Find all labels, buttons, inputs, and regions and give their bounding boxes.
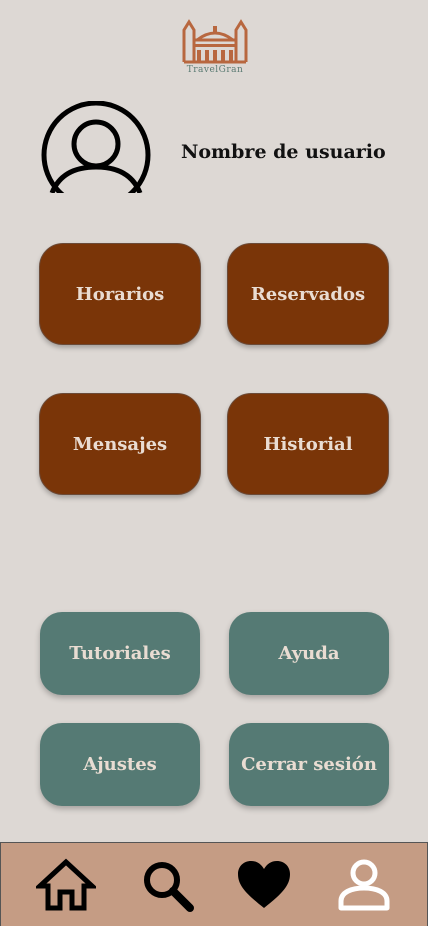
reservados-button[interactable]: Reservados (227, 243, 389, 345)
nav-profile[interactable] (334, 857, 394, 913)
person-icon (338, 859, 390, 911)
bottom-nav (0, 842, 428, 926)
logo-text: TravelGran (186, 65, 244, 75)
cerrar-sesion-button[interactable]: Cerrar sesión (229, 723, 389, 806)
nav-search[interactable] (138, 857, 198, 913)
user-avatar-icon (41, 101, 151, 193)
nav-favorites[interactable] (234, 857, 294, 913)
app-logo: TravelGran (180, 18, 250, 80)
profile-screen: TravelGran Nombre de usuario Horarios Re… (0, 0, 428, 926)
ayuda-button[interactable]: Ayuda (229, 612, 389, 695)
building-logo-icon (182, 19, 248, 64)
historial-button[interactable]: Historial (227, 393, 389, 495)
mensajes-button[interactable]: Mensajes (39, 393, 201, 495)
tutoriales-button[interactable]: Tutoriales (40, 612, 200, 695)
horarios-button[interactable]: Horarios (39, 243, 201, 345)
username-label: Nombre de usuario (181, 141, 386, 163)
avatar[interactable] (40, 101, 152, 197)
heart-icon (238, 861, 290, 908)
search-icon (144, 862, 194, 912)
home-icon (36, 858, 96, 911)
ajustes-button[interactable]: Ajustes (40, 723, 200, 806)
nav-home[interactable] (36, 857, 96, 913)
